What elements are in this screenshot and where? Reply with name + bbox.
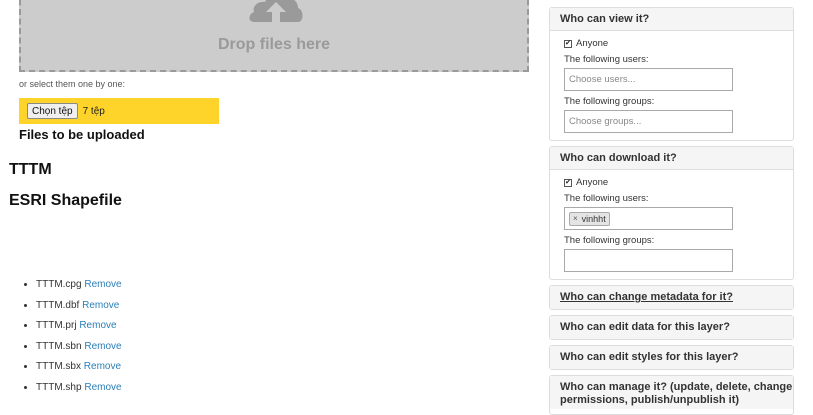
cloud-upload-icon bbox=[249, 0, 303, 22]
manage-permissions-panel: Who can manage it? (update, delete, chan… bbox=[549, 375, 794, 415]
file-name: TTTM.sbx bbox=[36, 361, 81, 372]
anyone-download-checkbox[interactable]: ✔ bbox=[564, 178, 572, 187]
dropzone-label: Drop files here bbox=[217, 36, 331, 53]
edit-data-title[interactable]: Who can edit data for this layer? bbox=[550, 316, 793, 339]
file-name: TTTM.shp bbox=[36, 381, 82, 393]
edit-styles-title[interactable]: Who can edit styles for this layer? bbox=[550, 346, 793, 369]
groups-label: The following groups: bbox=[564, 96, 655, 107]
tag-remove-icon[interactable]: × bbox=[573, 214, 578, 223]
groups-label: The following groups: bbox=[564, 235, 655, 246]
anyone-label: Anyone bbox=[576, 38, 609, 49]
list-item: TTTM.sbx Remove bbox=[36, 359, 122, 380]
list-item: TTTM.shp Remove bbox=[36, 380, 122, 401]
tag-label: vinhht bbox=[581, 213, 606, 224]
view-users-input[interactable]: Choose users... bbox=[564, 68, 733, 91]
change-metadata-panel: Who can change metadata for it? bbox=[549, 285, 794, 310]
remove-link[interactable]: Remove bbox=[84, 361, 121, 372]
file-dropzone[interactable]: Drop files here bbox=[19, 0, 529, 72]
view-permissions-title[interactable]: Who can view it? bbox=[550, 8, 793, 31]
file-name: TTTM.prj bbox=[36, 320, 77, 331]
view-permissions-panel: Who can view it? ✔ Anyone The following … bbox=[549, 7, 794, 141]
file-name: TTTM.dbf bbox=[36, 299, 80, 311]
anyone-view-row[interactable]: ✔ Anyone bbox=[564, 36, 793, 51]
edit-styles-panel: Who can edit styles for this layer? bbox=[549, 345, 794, 370]
users-label: The following users: bbox=[564, 54, 649, 65]
file-name: TTTM.cpg bbox=[36, 279, 82, 290]
anyone-download-row[interactable]: ✔ Anyone bbox=[564, 175, 793, 190]
upload-file-list: TTTM.cpg Remove TTTM.dbf Remove TTTM.prj… bbox=[19, 277, 122, 400]
layer-type: ESRI Shapefile bbox=[9, 192, 122, 209]
anyone-label: Anyone bbox=[576, 177, 609, 188]
file-name: TTTM.sbn bbox=[36, 340, 82, 352]
remove-link[interactable]: Remove bbox=[84, 382, 121, 393]
layer-name: TTTM bbox=[9, 161, 52, 178]
edit-data-panel: Who can edit data for this layer? bbox=[549, 315, 794, 340]
list-item: TTTM.cpg Remove bbox=[36, 277, 122, 298]
remove-link[interactable]: Remove bbox=[84, 279, 121, 290]
choose-files-button[interactable]: Chọn tệp bbox=[27, 103, 78, 119]
user-tag: × vinhht bbox=[569, 211, 610, 226]
anyone-view-checkbox[interactable]: ✔ bbox=[564, 39, 572, 48]
view-groups-input[interactable]: Choose groups... bbox=[564, 110, 733, 133]
list-item: TTTM.sbn Remove bbox=[36, 339, 122, 360]
list-item: TTTM.dbf Remove bbox=[36, 298, 122, 319]
download-permissions-panel: Who can download it? ✔ Anyone The follow… bbox=[549, 146, 794, 280]
file-count: 7 tệp bbox=[82, 105, 105, 117]
download-users-input[interactable]: × vinhht bbox=[564, 207, 733, 230]
remove-link[interactable]: Remove bbox=[82, 300, 119, 311]
download-permissions-title[interactable]: Who can download it? bbox=[550, 147, 793, 170]
download-groups-input[interactable] bbox=[564, 249, 733, 272]
users-label: The following users: bbox=[564, 193, 649, 204]
remove-link[interactable]: Remove bbox=[84, 341, 121, 352]
remove-link[interactable]: Remove bbox=[79, 320, 116, 331]
manage-permissions-title[interactable]: Who can manage it? (update, delete, chan… bbox=[550, 376, 793, 409]
files-to-upload-heading: Files to be uploaded bbox=[19, 127, 145, 142]
file-picker-bar: Chọn tệp 7 tệp bbox=[19, 98, 219, 124]
change-metadata-title[interactable]: Who can change metadata for it? bbox=[550, 286, 793, 309]
select-hint: or select them one by one: bbox=[19, 79, 126, 89]
list-item: TTTM.prj Remove bbox=[36, 318, 122, 339]
